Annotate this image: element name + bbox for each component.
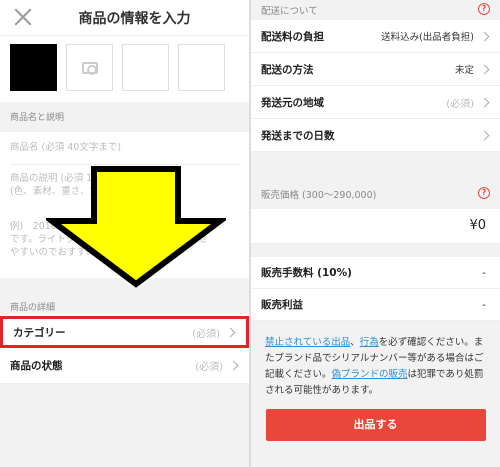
fee-row: 販売手数料 (10%) -: [251, 257, 500, 289]
shipping-fee-label: 配送料の負担: [261, 30, 324, 43]
shipping-method-label: 配送の方法: [261, 63, 314, 76]
condition-row[interactable]: 商品の状態 (必須): [0, 348, 249, 384]
price-value: ¥0: [469, 218, 486, 233]
shipping-section-label: 配送について: [261, 6, 318, 17]
help-icon[interactable]: ?: [478, 3, 490, 15]
shipping-fee-row[interactable]: 配送料の負担 送料込み(出品者負担): [251, 20, 500, 53]
ship-days-row[interactable]: 発送までの日数: [251, 119, 500, 152]
category-required: (必須): [192, 328, 220, 340]
fee-label: 販売手数料 (10%): [261, 267, 352, 279]
photo-slot-1[interactable]: [10, 44, 57, 91]
section-gap: [251, 244, 500, 257]
ship-from-label: 発送元の地域: [261, 96, 324, 109]
price-section-label: 販売価格 (300〜290,000): [261, 190, 377, 201]
prohibited-actions-link[interactable]: 行為: [360, 337, 379, 348]
category-row[interactable]: カテゴリー (必須): [0, 316, 249, 348]
description-example: 例) 2010年頃に1万円で購入したジャケット です。ライトグレーで傷はありませ…: [10, 216, 239, 278]
condition-required: (必須): [195, 362, 223, 373]
profit-value: -: [482, 298, 486, 311]
submit-listing-button[interactable]: 出品する: [265, 409, 486, 441]
description-placeholder-line: 商品の説明 (必須 1,000文字以内): [10, 173, 156, 184]
left-panel: 商品の情報を入力 商品名と説明 商品名 (必須 40文字まで) 商品の説明 (必…: [0, 0, 249, 467]
counterfeit-link[interactable]: 偽ブランドの販売: [332, 369, 408, 380]
notice-separator: 、: [350, 337, 360, 348]
chevron-right-icon: [479, 64, 490, 74]
name-section-header: 商品名と説明: [0, 102, 249, 132]
chevron-right-icon: [225, 327, 236, 337]
example-line: です。ライトグレーで傷はありません。あわせ: [10, 234, 208, 245]
photo-slots: [0, 36, 249, 102]
profit-row: 販売利益 -: [251, 289, 500, 321]
example-line: 例) 2010年頃に1万円で購入したジャケット: [10, 221, 205, 232]
photo-slot-2[interactable]: [66, 44, 113, 91]
fee-value: -: [482, 266, 486, 279]
category-label: カテゴリー: [13, 326, 66, 339]
help-icon[interactable]: ?: [478, 187, 490, 199]
shipping-section-header: 配送について ?: [251, 0, 500, 20]
left-header: 商品の情報を入力: [0, 0, 249, 36]
shipping-fee-value: 送料込み(出品者負担): [381, 32, 474, 43]
right-panel: 配送について ? 配送料の負担 送料込み(出品者負担) 配送の方法 未定 発送元…: [251, 0, 500, 467]
photo-slot-3[interactable]: [122, 44, 169, 91]
chevron-right-icon: [228, 360, 239, 371]
product-name-input[interactable]: 商品名 (必須 40文字まで): [10, 132, 239, 165]
prohibited-items-link[interactable]: 禁止されている出品: [265, 337, 350, 348]
description-placeholder-line: (色、素材、重さ、定価、注意点など): [10, 186, 170, 197]
notice-text: 禁止されている出品、行為を必ず確認ください。またブランド品でシリアルナンバー等が…: [265, 335, 486, 399]
ship-from-required: (必須): [446, 98, 474, 110]
name-desc-fields: 商品名 (必須 40文字まで) 商品の説明 (必須 1,000文字以内) (色、…: [0, 132, 249, 278]
details-section-header: 商品の詳細: [0, 278, 249, 314]
example-line: やすいのでおすすめです。: [10, 247, 124, 258]
camera-icon: [82, 62, 98, 75]
price-input[interactable]: ¥0: [251, 209, 500, 244]
shipping-method-row[interactable]: 配送の方法 未定: [251, 53, 500, 86]
chevron-right-icon: [479, 31, 490, 41]
left-bottom-spacer: [0, 384, 249, 467]
chevron-right-icon: [479, 97, 490, 107]
price-section-header: 販売価格 (300〜290,000) ?: [251, 177, 500, 209]
condition-label: 商品の状態: [10, 360, 63, 372]
product-description-input[interactable]: 商品の説明 (必須 1,000文字以内) (色、素材、重さ、定価、注意点など): [10, 165, 239, 216]
shipping-method-value: 未定: [454, 65, 474, 76]
ship-from-row[interactable]: 発送元の地域 (必須): [251, 86, 500, 119]
photo-slot-4[interactable]: [178, 44, 225, 91]
profit-label: 販売利益: [261, 299, 303, 311]
notice-box: 禁止されている出品、行為を必ず確認ください。またブランド品でシリアルナンバー等が…: [251, 321, 500, 467]
section-gap: [251, 152, 500, 177]
chevron-right-icon: [479, 130, 490, 140]
page-title: 商品の情報を入力: [78, 11, 191, 27]
ship-days-label: 発送までの日数: [261, 129, 335, 142]
